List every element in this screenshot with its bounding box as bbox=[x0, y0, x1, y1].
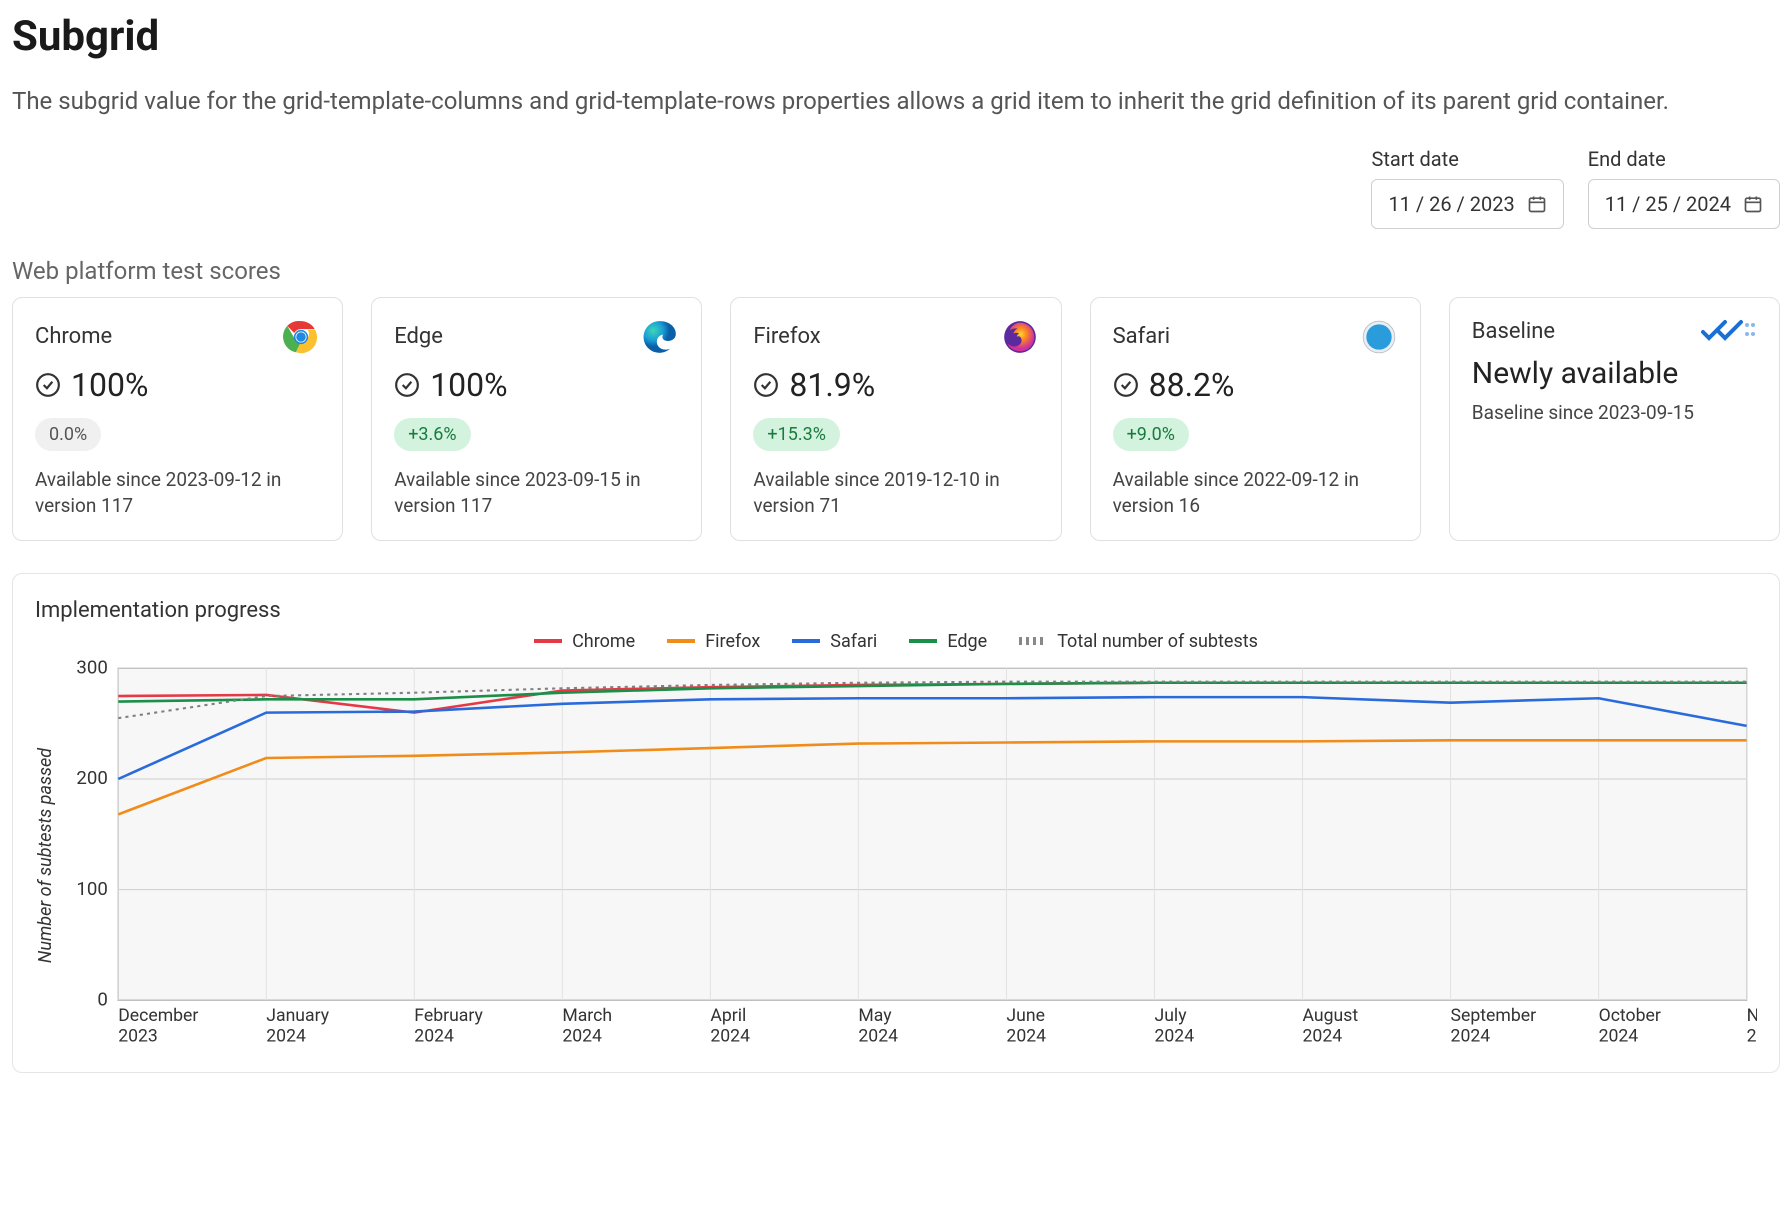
svg-text:2024: 2024 bbox=[414, 1027, 454, 1047]
svg-text:200: 200 bbox=[76, 767, 107, 789]
score-value: 100% bbox=[71, 366, 148, 404]
end-date-value: 11 / 25 / 2024 bbox=[1605, 192, 1731, 216]
svg-text:100: 100 bbox=[76, 878, 107, 900]
baseline-status: Newly available bbox=[1472, 356, 1757, 391]
chart-legend: Chrome Firefox Safari Edge Total number … bbox=[35, 631, 1757, 652]
check-circle-icon bbox=[394, 372, 420, 398]
svg-text:March: March bbox=[562, 1006, 612, 1026]
svg-text:August: August bbox=[1303, 1006, 1359, 1026]
calendar-icon bbox=[1527, 194, 1547, 214]
browser-name: Firefox bbox=[753, 324, 820, 349]
end-date-label: End date bbox=[1588, 147, 1780, 171]
check-circle-icon bbox=[35, 372, 61, 398]
baseline-check-icon bbox=[1697, 318, 1757, 346]
svg-text:300: 300 bbox=[76, 658, 107, 679]
svg-text:2024: 2024 bbox=[858, 1027, 898, 1047]
score-value: 100% bbox=[430, 366, 507, 404]
score-value: 88.2% bbox=[1149, 366, 1235, 404]
scores-heading: Web platform test scores bbox=[12, 257, 1780, 285]
svg-text:2024: 2024 bbox=[1006, 1027, 1046, 1047]
svg-text:2024: 2024 bbox=[1451, 1027, 1491, 1047]
svg-text:May: May bbox=[858, 1006, 892, 1026]
score-delta: +3.6% bbox=[394, 418, 470, 451]
browser-card-edge: Edge 100% +3.6% Available since 2023-09-… bbox=[371, 297, 702, 541]
start-date-label: Start date bbox=[1371, 147, 1563, 171]
end-date-input[interactable]: 11 / 25 / 2024 bbox=[1588, 179, 1780, 229]
svg-text:June: June bbox=[1006, 1006, 1045, 1026]
browser-card-safari: Safari 88.2% +9.0% Available since 2022-… bbox=[1090, 297, 1421, 541]
edge-icon bbox=[641, 318, 679, 356]
baseline-since: Baseline since 2023-09-15 bbox=[1472, 401, 1757, 424]
legend-total: Total number of subtests bbox=[1019, 631, 1258, 652]
chrome-icon bbox=[282, 318, 320, 356]
check-circle-icon bbox=[753, 372, 779, 398]
score-delta: +15.3% bbox=[753, 418, 840, 451]
page-title: Subgrid bbox=[12, 12, 1780, 61]
baseline-card: Baseline Newly available Baseline since … bbox=[1449, 297, 1780, 541]
svg-text:2023: 2023 bbox=[118, 1027, 158, 1047]
legend-firefox: Firefox bbox=[667, 631, 760, 652]
browser-name: Edge bbox=[394, 324, 443, 349]
svg-text:November: November bbox=[1747, 1006, 1757, 1026]
browser-card-firefox: Firefox 81.9% +15.3% Available since 201… bbox=[730, 297, 1061, 541]
legend-safari: Safari bbox=[792, 631, 877, 652]
svg-text:September: September bbox=[1451, 1006, 1537, 1026]
browser-name: Chrome bbox=[35, 324, 112, 349]
legend-chrome: Chrome bbox=[534, 631, 635, 652]
svg-text:October: October bbox=[1599, 1006, 1661, 1026]
availability-text: Available since 2023-09-12 in version 11… bbox=[35, 467, 320, 520]
svg-text:2024: 2024 bbox=[1599, 1027, 1639, 1047]
svg-text:2024: 2024 bbox=[1154, 1027, 1194, 1047]
check-circle-icon bbox=[1113, 372, 1139, 398]
date-range-picker: Start date 11 / 26 / 2023 End date 11 / … bbox=[12, 147, 1780, 229]
start-date-input[interactable]: 11 / 26 / 2023 bbox=[1371, 179, 1563, 229]
browser-name: Safari bbox=[1113, 324, 1170, 349]
svg-text:2024: 2024 bbox=[266, 1027, 306, 1047]
legend-edge: Edge bbox=[909, 631, 987, 652]
firefox-icon bbox=[1001, 318, 1039, 356]
svg-text:2024: 2024 bbox=[710, 1027, 750, 1047]
svg-text:2024: 2024 bbox=[562, 1027, 602, 1047]
chart-container: Implementation progress Chrome Firefox S… bbox=[12, 573, 1780, 1073]
availability-text: Available since 2019-12-10 in version 71 bbox=[753, 467, 1038, 520]
browser-cards-row: Chrome 100% 0.0% Available since 2023-09… bbox=[12, 297, 1780, 541]
chart-title: Implementation progress bbox=[35, 598, 1757, 623]
calendar-icon bbox=[1743, 194, 1763, 214]
availability-text: Available since 2022-09-12 in version 16 bbox=[1113, 467, 1398, 520]
start-date-value: 11 / 26 / 2023 bbox=[1388, 192, 1514, 216]
availability-text: Available since 2023-09-15 in version 11… bbox=[394, 467, 679, 520]
svg-text:January: January bbox=[266, 1006, 329, 1026]
score-value: 81.9% bbox=[789, 366, 875, 404]
svg-text:0: 0 bbox=[97, 988, 108, 1010]
svg-text:2024: 2024 bbox=[1303, 1027, 1343, 1047]
page-description: The subgrid value for the grid-template-… bbox=[12, 85, 1732, 119]
y-axis-label: Number of subtests passed bbox=[35, 658, 56, 1052]
svg-text:April: April bbox=[710, 1006, 746, 1026]
safari-icon bbox=[1360, 318, 1398, 356]
svg-text:December: December bbox=[118, 1006, 198, 1026]
browser-card-chrome: Chrome 100% 0.0% Available since 2023-09… bbox=[12, 297, 343, 541]
baseline-label: Baseline bbox=[1472, 319, 1555, 344]
svg-text:July: July bbox=[1154, 1006, 1187, 1026]
svg-text:2024: 2024 bbox=[1747, 1027, 1757, 1047]
score-delta: 0.0% bbox=[35, 418, 101, 451]
score-delta: +9.0% bbox=[1113, 418, 1189, 451]
svg-text:February: February bbox=[414, 1006, 483, 1026]
line-chart: 0100200300December2023January2024Februar… bbox=[56, 658, 1757, 1052]
